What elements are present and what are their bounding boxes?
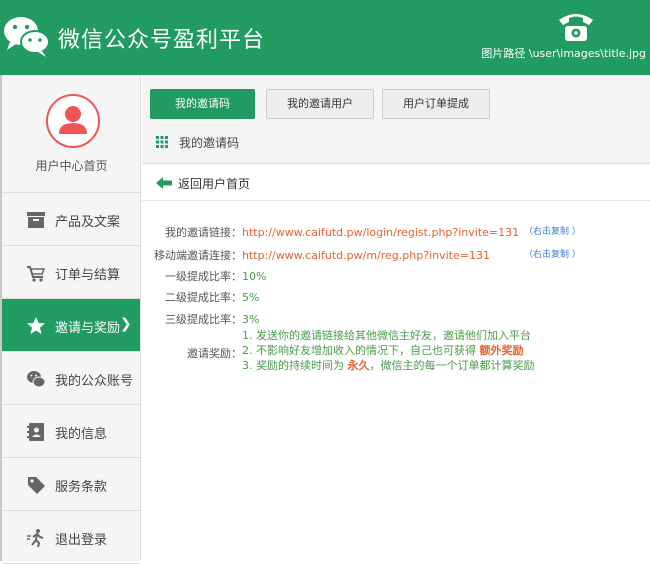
back-label: 返回用户首页 [178,177,251,191]
invite-link-row: 我的邀请链接：http://www.caifutd.pw/login/regis… [142,224,519,240]
tag-icon [28,477,45,494]
right-click-copy-hint: （右击复制 ） [524,250,581,260]
field-label: 一级提成比率： [165,270,242,283]
mobile-invite-link-row: 移动端邀请连接：http://www.caifutd.pw/m/reg.php?… [142,247,490,263]
avatar [46,94,100,148]
tab-my-invited-users[interactable]: 我的邀请用户 [266,89,374,119]
sidebar-item-my-info[interactable]: 我的信息 [2,405,140,458]
reward-highlight: 永久 [347,359,370,372]
wechat-logo-icon [4,17,50,57]
sidebar-item-orders[interactable]: 订单与结算 [2,246,140,299]
field-label: 我的邀请链接： [165,226,242,239]
sidebar-item-accounts[interactable]: 我的公众账号 [2,352,140,405]
mobile-invite-link-value[interactable]: http://www.caifutd.pw/m/reg.php?invite=1… [242,249,490,262]
user-icon [59,106,87,134]
level1-rate-row: 一级提成比率：10% [142,268,266,284]
arrow-left-icon [156,177,172,189]
user-center-label: 用户中心首页 [35,159,108,173]
star-icon [27,317,45,334]
box-icon [27,212,45,228]
level2-rate-row: 二级提成比率：5% [142,289,259,305]
reward-line-2-text: 2. 不影响好友增加收入的情况下，自己也可获得 [242,344,480,357]
sidebar: 用户中心首页 产品及文案 订单与结算 邀请与奖励 ❯ 我的公众账号 我的信息 服… [0,75,141,564]
level3-rate-row: 三级提成比率：3% [142,311,259,327]
field-label: 三级提成比率： [165,313,242,326]
sidebar-item-label: 产品及文案 [55,215,121,230]
tab-bar: 我的邀请码 我的邀请用户 用户订单提成 我的邀请码 [142,75,650,164]
field-label: 二级提成比率： [165,291,242,304]
grid-icon [156,136,168,148]
level2-rate-value: 5% [242,291,260,304]
main-content: 我的邀请码 我的邀请用户 用户订单提成 我的邀请码 返回用户首页 我的邀请链接：… [142,75,650,561]
reward-line-3-text: 3. 奖励的持续时间为 [242,359,348,372]
sidebar-item-label: 退出登录 [55,533,108,548]
top-header: 微信公众号盈利平台 图片路径 \user\images\title.jpg [0,0,650,75]
user-center-link[interactable]: 用户中心首页 [2,75,140,193]
reward-line-2: 2. 不影响好友增加收入的情况下，自己也可获得 额外奖励 [242,343,535,358]
contact-icon [27,423,44,441]
image-path-text: 图片路径 \user\images\title.jpg [481,47,646,60]
level3-rate-value: 3% [242,313,260,326]
sidebar-item-label: 服务条款 [55,480,108,495]
exit-icon [27,529,44,548]
section-title: 我的邀请码 [179,136,240,150]
sidebar-item-label: 我的公众账号 [55,374,134,389]
reward-highlight: 额外奖励 [479,344,524,357]
field-label: 邀请奖励： [187,347,242,360]
right-click-copy-hint: （右击复制 ） [524,227,581,237]
sidebar-item-logout[interactable]: 退出登录 [2,511,140,564]
back-to-user-home-link[interactable]: 返回用户首页 [142,165,650,201]
sidebar-item-terms[interactable]: 服务条款 [2,458,140,511]
cart-icon [27,266,46,282]
field-label: 移动端邀请连接： [154,249,242,262]
sidebar-item-invite-rewards[interactable]: 邀请与奖励 ❯ [2,299,140,352]
tab-user-order-commission[interactable]: 用户订单提成 [382,89,490,119]
chevron-right-icon: ❯ [120,316,132,332]
invite-link-value[interactable]: http://www.caifutd.pw/login/regist.php?i… [242,226,519,239]
reward-label-row: 邀请奖励： [142,345,242,361]
sidebar-item-products[interactable]: 产品及文案 [2,193,140,246]
app-title: 微信公众号盈利平台 [58,28,266,53]
telephone-icon [559,14,593,41]
tab-my-invite-code[interactable]: 我的邀请码 [150,89,255,119]
reward-line-3-tail: ，微信主的每一个订单都计算奖励 [369,359,535,372]
level1-rate-value: 10% [242,270,267,283]
sidebar-item-label: 邀请与奖励 [55,321,121,336]
sidebar-item-label: 我的信息 [55,427,108,442]
sidebar-item-label: 订单与结算 [55,268,121,283]
wechat-icon [27,371,46,388]
reward-line-3: 3. 奖励的持续时间为 永久，微信主的每一个订单都计算奖励 [242,358,535,373]
reward-line-1: 1. 发送你的邀请链接给其他微信主好友，邀请他们加入平台 [242,329,531,342]
reward-description: 1. 发送你的邀请链接给其他微信主好友，邀请他们加入平台 2. 不影响好友增加收… [242,328,535,373]
